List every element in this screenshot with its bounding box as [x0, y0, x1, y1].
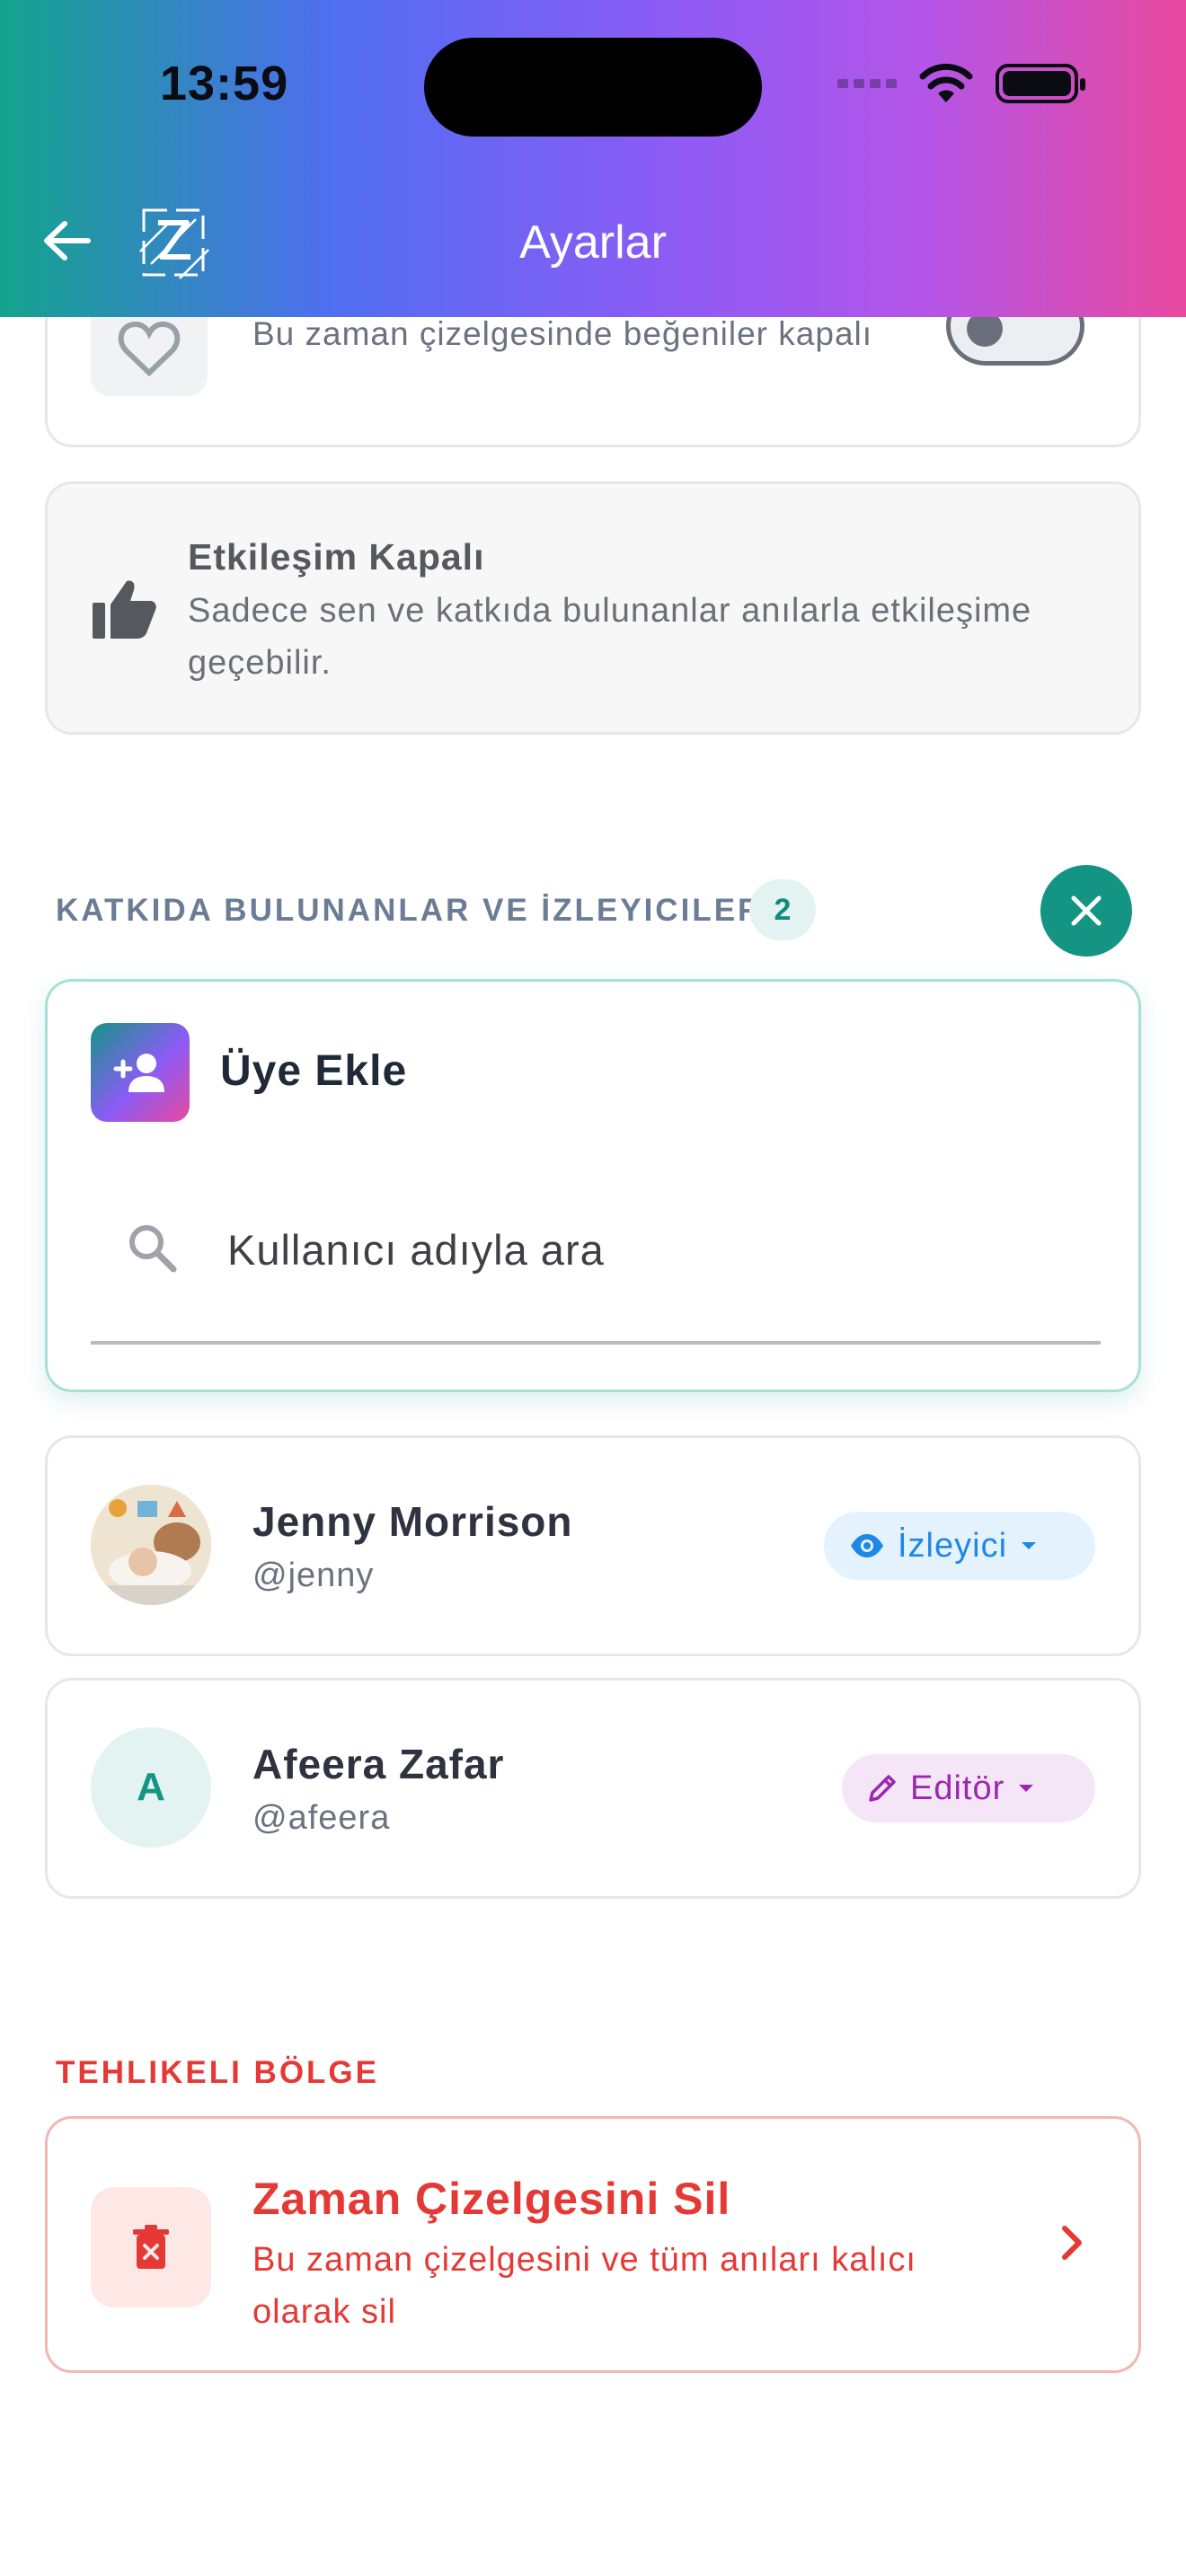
member-card[interactable]: Jenny Morrison @jenny İzleyici — [45, 1435, 1141, 1656]
avatar: A — [91, 1727, 211, 1848]
add-member-card: Üye Ekle — [45, 979, 1141, 1392]
close-button[interactable] — [1040, 865, 1132, 957]
contributors-section-label: KATKIDA BULUNANLAR VE İZLEYICILER — [56, 893, 764, 928]
member-handle: @afeera — [252, 1799, 391, 1837]
app-header: 13:59 Ayarlar — [0, 0, 1186, 317]
battery-icon — [996, 64, 1085, 103]
danger-zone-label: TEHLIKELI BÖLGE — [56, 2055, 379, 2090]
thumb-up-icon — [93, 580, 156, 639]
interaction-title: Etkileşim Kapalı — [188, 536, 485, 578]
avatar — [91, 1485, 211, 1605]
close-icon — [1071, 895, 1102, 926]
wifi-icon — [919, 63, 973, 102]
pencil-icon — [869, 1775, 896, 1802]
role-label: Editör — [910, 1769, 1005, 1807]
member-card[interactable]: A Afeera Zafar @afeera Editör — [45, 1678, 1141, 1899]
member-handle: @jenny — [252, 1557, 375, 1594]
delete-timeline-card[interactable]: Zaman Çizelgesini Sil Bu zaman çizelgesi… — [45, 2116, 1141, 2373]
role-dropdown-viewer[interactable]: İzleyici — [824, 1512, 1095, 1580]
search-underline — [91, 1341, 1101, 1345]
delete-timeline-title: Zaman Çizelgesini Sil — [252, 2174, 731, 2224]
page-title: Ayarlar — [519, 216, 667, 269]
signal-icon — [837, 79, 897, 88]
interaction-disabled-card: Etkileşim Kapalı Sadece sen ve katkıda b… — [45, 481, 1141, 735]
chevron-right-icon — [1062, 2226, 1082, 2260]
contributors-count-badge: 2 — [749, 879, 816, 940]
add-member-title: Üye Ekle — [220, 1047, 408, 1095]
role-dropdown-editor[interactable]: Editör — [842, 1754, 1095, 1822]
eye-icon — [851, 1534, 883, 1557]
delete-icon — [91, 2187, 211, 2307]
caret-down-icon — [1019, 1785, 1034, 1792]
username-search-input[interactable] — [227, 1213, 1090, 1285]
status-time: 13:59 — [160, 57, 289, 110]
role-label: İzleyici — [898, 1526, 1008, 1565]
search-icon — [129, 1225, 177, 1273]
caret-down-icon — [1022, 1542, 1037, 1549]
interaction-description: Sadece sen ve katkıda bulunanlar anılarl… — [188, 592, 1032, 682]
status-indicators — [837, 63, 1085, 104]
dynamic-island — [424, 38, 762, 137]
member-name: Afeera Zafar — [252, 1741, 505, 1787]
person-add-icon — [91, 1023, 190, 1122]
delete-timeline-description: Bu zaman çizelgesini ve tüm anıları kalı… — [252, 2241, 916, 2331]
member-name: Jenny Morrison — [252, 1498, 573, 1545]
